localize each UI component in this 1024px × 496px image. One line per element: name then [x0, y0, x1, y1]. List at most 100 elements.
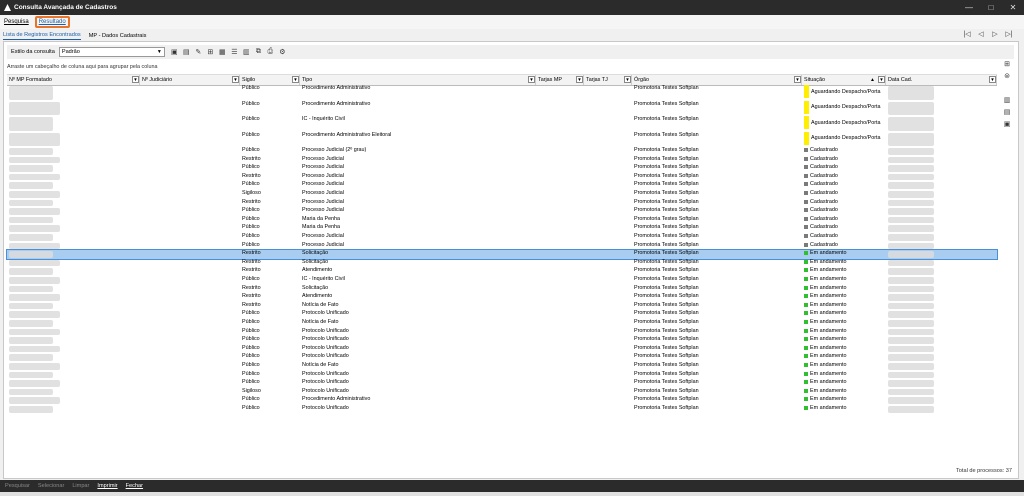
redacted-date [888, 86, 934, 100]
settings-icon[interactable]: ⚙ [277, 47, 288, 57]
table-row[interactable]: Público Protocolo Unificado Promotoria Tes… [7, 310, 997, 319]
table-row[interactable]: Público Notícia de Fato Promotoria Testes … [7, 362, 997, 371]
print-icon[interactable]: ⎙ [265, 47, 276, 57]
table-row[interactable]: Restrito Processo Judicial Promotoria Test… [7, 156, 997, 165]
table-row[interactable]: Sigiloso Processo Judicial Promotoria Test… [7, 190, 997, 199]
table-row[interactable]: Público Procedimento Administrativo Eleit… [7, 131, 997, 148]
table-row[interactable]: Público Processo Judicial Promotoria Teste… [7, 181, 997, 190]
table-row[interactable]: Público Maria da Penha Promotoria Testes S… [7, 216, 997, 225]
table-row[interactable]: Público Processo Judicial Promotoria Teste… [7, 164, 997, 173]
fechar-button[interactable]: Fechar [126, 483, 143, 489]
table-row[interactable]: Público IC - Inquérito Civil Promotoria Te… [7, 276, 997, 285]
col-orgao[interactable]: Órgão ▼ [632, 75, 802, 85]
col-njudiciario[interactable]: Nº Judiciário ▼ [140, 75, 240, 85]
col-nmp-formatado[interactable]: Nº MP Formatado ▼ [7, 75, 140, 85]
table-row[interactable]: Público Protocolo Unificado Promotoria Tes… [7, 345, 997, 354]
col-filter-icon[interactable]: ▼ [794, 76, 801, 83]
close-button[interactable]: ✕ [1002, 3, 1024, 12]
edit-icon[interactable]: ✎ [193, 47, 204, 57]
selecionar-button[interactable]: Selecionar [38, 483, 64, 489]
col-tarjas-tj[interactable]: Tarjas TJ ▼ [584, 75, 632, 85]
table-row[interactable]: Público Maria da Penha Promotoria Testes S… [7, 224, 997, 233]
menu-pesquisa[interactable]: Pesquisa [4, 19, 29, 25]
style-select[interactable]: Padrão ▼ [58, 47, 165, 57]
next-record-icon[interactable]: ▷ [988, 30, 1002, 38]
table-icon[interactable]: ▤ [181, 47, 192, 57]
col-filter-icon[interactable]: ▼ [878, 76, 885, 83]
col-filter-icon[interactable]: ▼ [624, 76, 631, 83]
menu-resultado[interactable]: Resultado [34, 16, 70, 28]
table-row[interactable]: Público Procedimento Administrativo Promot… [7, 85, 997, 101]
action-bar: Pesquisar Selecionar Limpar Imprimir Fec… [0, 480, 1024, 492]
last-record-icon[interactable]: ▷| [1002, 30, 1016, 38]
col-sigilo[interactable]: Sigilo ▼ [240, 75, 300, 85]
table-row[interactable]: Público Protocolo Unificado Promotoria Tes… [7, 353, 997, 362]
first-record-icon[interactable]: |◁ [960, 30, 974, 38]
table-row[interactable]: Público Protocolo Unificado Promotoria Tes… [7, 336, 997, 345]
limpar-button[interactable]: Limpar [72, 483, 89, 489]
situacao-text: Em andamento [810, 284, 847, 291]
table-row[interactable]: Público Protocolo Unificado Promotoria Tes… [7, 328, 997, 337]
table-row[interactable]: Público Processo Judicial Promotoria Teste… [7, 242, 997, 251]
table-row[interactable]: Sigiloso Protocolo Unificado Promotoria Te… [7, 388, 997, 397]
group-by-hint[interactable]: Arraste um cabeçalho de coluna aqui para… [7, 64, 157, 70]
situacao-text: Aguardando Despacho/Porta [811, 104, 881, 110]
grid-icon[interactable]: ▦ [217, 47, 228, 57]
col-tarjas-mp[interactable]: Tarjas MP ▼ [536, 75, 584, 85]
tab-mp-dados-cadastrais[interactable]: MP - Dados Cadastrais [89, 33, 147, 40]
col-data-cad[interactable]: Data Cad. ▼ [886, 75, 997, 85]
table-row[interactable]: Público Processo Judicial (2º grau) Promot… [7, 147, 997, 156]
situacao-text: Em andamento [810, 396, 847, 403]
table-row[interactable]: Público Protocolo Unificado Promotoria Tes… [7, 379, 997, 388]
table-row[interactable]: Restrito Notícia de Fato Promotoria Testes… [7, 302, 997, 311]
table-row[interactable]: Público Notícia de Fato Promotoria Testes … [7, 319, 997, 328]
export-icon[interactable]: ⊞ [205, 47, 216, 57]
col-filter-icon[interactable]: ▼ [292, 76, 299, 83]
list-icon[interactable]: ☰ [229, 47, 240, 57]
cell-tipo: Protocolo Unificado [302, 336, 349, 343]
layout-icon[interactable]: ▥ [1004, 96, 1011, 108]
minimize-button[interactable]: — [958, 3, 980, 12]
prev-record-icon[interactable]: ◁ [974, 30, 988, 38]
cell-situacao: Em andamento [804, 310, 847, 316]
calendar-icon[interactable]: ▥ [241, 47, 252, 57]
maximize-button[interactable]: □ [980, 3, 1002, 12]
style-label: Estilo da consulta [11, 49, 55, 55]
layout-icon[interactable]: ▣ [1004, 120, 1011, 132]
tab-lista-registros[interactable]: Lista de Registros Encontrados [3, 32, 81, 40]
col-situacao[interactable]: Situação ▲ ▼ [802, 75, 886, 85]
status-indicator-icon [804, 337, 808, 342]
col-tipo[interactable]: Tipo ▼ [300, 75, 536, 85]
col-filter-icon[interactable]: ▼ [989, 76, 996, 83]
col-filter-icon[interactable]: ▼ [132, 76, 139, 83]
status-indicator-icon [804, 388, 808, 393]
table-row[interactable]: Público Procedimento Administrativo Promot… [7, 396, 997, 405]
table-row[interactable]: Restrito Atendimento Promotoria Testes Sof… [7, 293, 997, 302]
save-icon[interactable]: ▣ [169, 47, 180, 57]
table-row[interactable]: Público Processo Judicial Promotoria Teste… [7, 207, 997, 216]
status-indicator-icon [804, 345, 808, 350]
table-row[interactable]: Restrito Solicitação Promotoria Testes Sof… [7, 259, 997, 268]
sum-icon[interactable]: ⊜ [1004, 72, 1010, 84]
table-row[interactable]: Restrito Solicitação Promotoria Testes Sof… [6, 249, 998, 260]
table-row[interactable]: Restrito Atendimento Promotoria Testes Sof… [7, 267, 997, 276]
col-filter-icon[interactable]: ▼ [528, 76, 535, 83]
cell-situacao: Em andamento [804, 379, 847, 385]
table-row[interactable]: Restrito Processo Judicial Promotoria Test… [7, 199, 997, 208]
redacted-nmp [9, 156, 60, 164]
cell-tipo: IC - Inquérito Civil [302, 276, 345, 282]
table-row[interactable]: Restrito Processo Judicial Promotoria Test… [7, 173, 997, 182]
table-row[interactable]: Restrito Solicitação Promotoria Testes Sof… [7, 285, 997, 294]
table-row[interactable]: Público Procedimento Administrativo Promot… [7, 100, 997, 117]
layout-icon[interactable]: ▤ [1004, 108, 1011, 120]
pesquisar-button[interactable]: Pesquisar [5, 483, 30, 489]
table-row[interactable]: Público IC - Inquérito Civil Promotoria Te… [7, 116, 997, 132]
imprimir-button[interactable]: Imprimir [97, 483, 117, 489]
col-filter-icon[interactable]: ▼ [576, 76, 583, 83]
col-filter-icon[interactable]: ▼ [232, 76, 239, 83]
table-row[interactable]: Público Protocolo Unificado Promotoria Tes… [7, 371, 997, 380]
table-row[interactable]: Público Processo Judicial Promotoria Teste… [7, 233, 997, 242]
table-row[interactable]: Público Protocolo Unificado Promotoria Tes… [7, 405, 997, 414]
filter-icon[interactable]: ⧉ [253, 47, 264, 57]
column-chooser-icon[interactable]: ⊞ [1004, 60, 1010, 72]
